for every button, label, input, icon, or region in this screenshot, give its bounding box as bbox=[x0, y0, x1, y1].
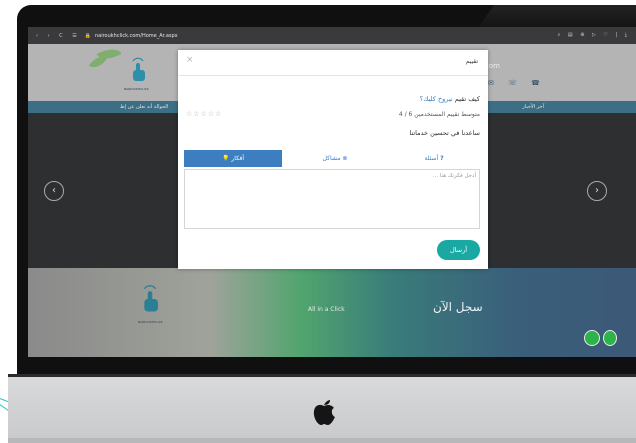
footer-brand-text: NAIROUKHCLICK bbox=[138, 320, 163, 324]
tab-questions[interactable]: أسئلة ? bbox=[386, 150, 482, 167]
lightbulb-icon: 💡 bbox=[222, 155, 230, 162]
news-ticker-label: آخر الأخبار bbox=[522, 104, 544, 110]
footer-hand-logo-icon bbox=[143, 285, 158, 312]
tab-ideas-label: أفكار bbox=[231, 155, 244, 162]
rating-modal: × تقييم كيف تقيم نيروخ كليك؟ متوسط تقييم… bbox=[178, 50, 488, 269]
modal-header: × تقييم bbox=[178, 50, 488, 76]
average-rating: متوسط تقييم المستخدمين 6 / 4 bbox=[398, 111, 480, 118]
hand-click-logo-icon bbox=[132, 57, 145, 81]
rating-question-link[interactable]: نيروخ كليك؟ bbox=[420, 95, 453, 103]
footer-slogan: All in a Click bbox=[308, 306, 345, 313]
modal-title: تقييم bbox=[465, 58, 478, 65]
star-rating-input[interactable]: ☆☆☆☆☆ bbox=[186, 110, 222, 118]
tab-problems-label: مشاكل bbox=[322, 155, 341, 162]
browser-extension-icons[interactable]: ⌕ ▤ ⊕ ▷ ♡ | ⤓ bbox=[558, 32, 630, 38]
tab-ideas[interactable]: 💡 أفكار bbox=[184, 150, 282, 167]
monitor-chin-gap bbox=[8, 374, 636, 377]
x-circle-icon: ⊗ bbox=[342, 155, 348, 162]
apple-logo-icon bbox=[313, 400, 335, 425]
contact-icons[interactable]: ✉ ☏ ☎ bbox=[488, 79, 546, 87]
rating-question-prefix: كيف تقيم bbox=[454, 95, 480, 103]
feedback-textarea[interactable] bbox=[184, 169, 480, 229]
register-link[interactable]: سجل الآن bbox=[433, 300, 483, 314]
help-text: ساعدنا في تحسين خدماتنا bbox=[409, 129, 480, 137]
whatsapp-button[interactable] bbox=[584, 330, 600, 346]
site-footer: NAIROUKHCLICK All in a Click سجل الآن bbox=[28, 268, 636, 357]
monitor-base bbox=[8, 438, 636, 443]
tab-questions-label: أسئلة bbox=[424, 155, 439, 162]
whatsapp-button-2[interactable] bbox=[603, 330, 617, 346]
tab-problems[interactable]: مشاكل ⊗ bbox=[286, 150, 384, 167]
question-icon: ? bbox=[440, 155, 444, 162]
browser-nav-buttons[interactable]: ‹ › C ☰ bbox=[36, 33, 81, 39]
address-bar[interactable]: nairoukhclick.com/Home_Ar.aspx bbox=[95, 33, 178, 39]
browser-toolbar: ‹ › C ☰ 🔒 nairoukhclick.com/Home_Ar.aspx… bbox=[28, 27, 636, 44]
page-stage: ‹ › C ☰ 🔒 nairoukhclick.com/Home_Ar.aspx… bbox=[0, 0, 636, 443]
lock-icon: 🔒 bbox=[84, 32, 91, 39]
send-button[interactable]: أرسال bbox=[437, 240, 480, 260]
slider-prev-button[interactable]: ‹ bbox=[44, 181, 64, 201]
news-ticker-text[interactable]: الحوالة أنه نعلن عن إط bbox=[120, 104, 168, 110]
rating-question: كيف تقيم نيروخ كليك؟ bbox=[420, 95, 480, 103]
feedback-tabs: 💡 أفكار مشاكل ⊗ أسئلة ? bbox=[184, 150, 482, 167]
brand-small-text: NAIROUKHCLICK bbox=[124, 87, 149, 91]
slider-next-button[interactable]: › bbox=[587, 181, 607, 201]
close-icon[interactable]: × bbox=[186, 55, 194, 65]
